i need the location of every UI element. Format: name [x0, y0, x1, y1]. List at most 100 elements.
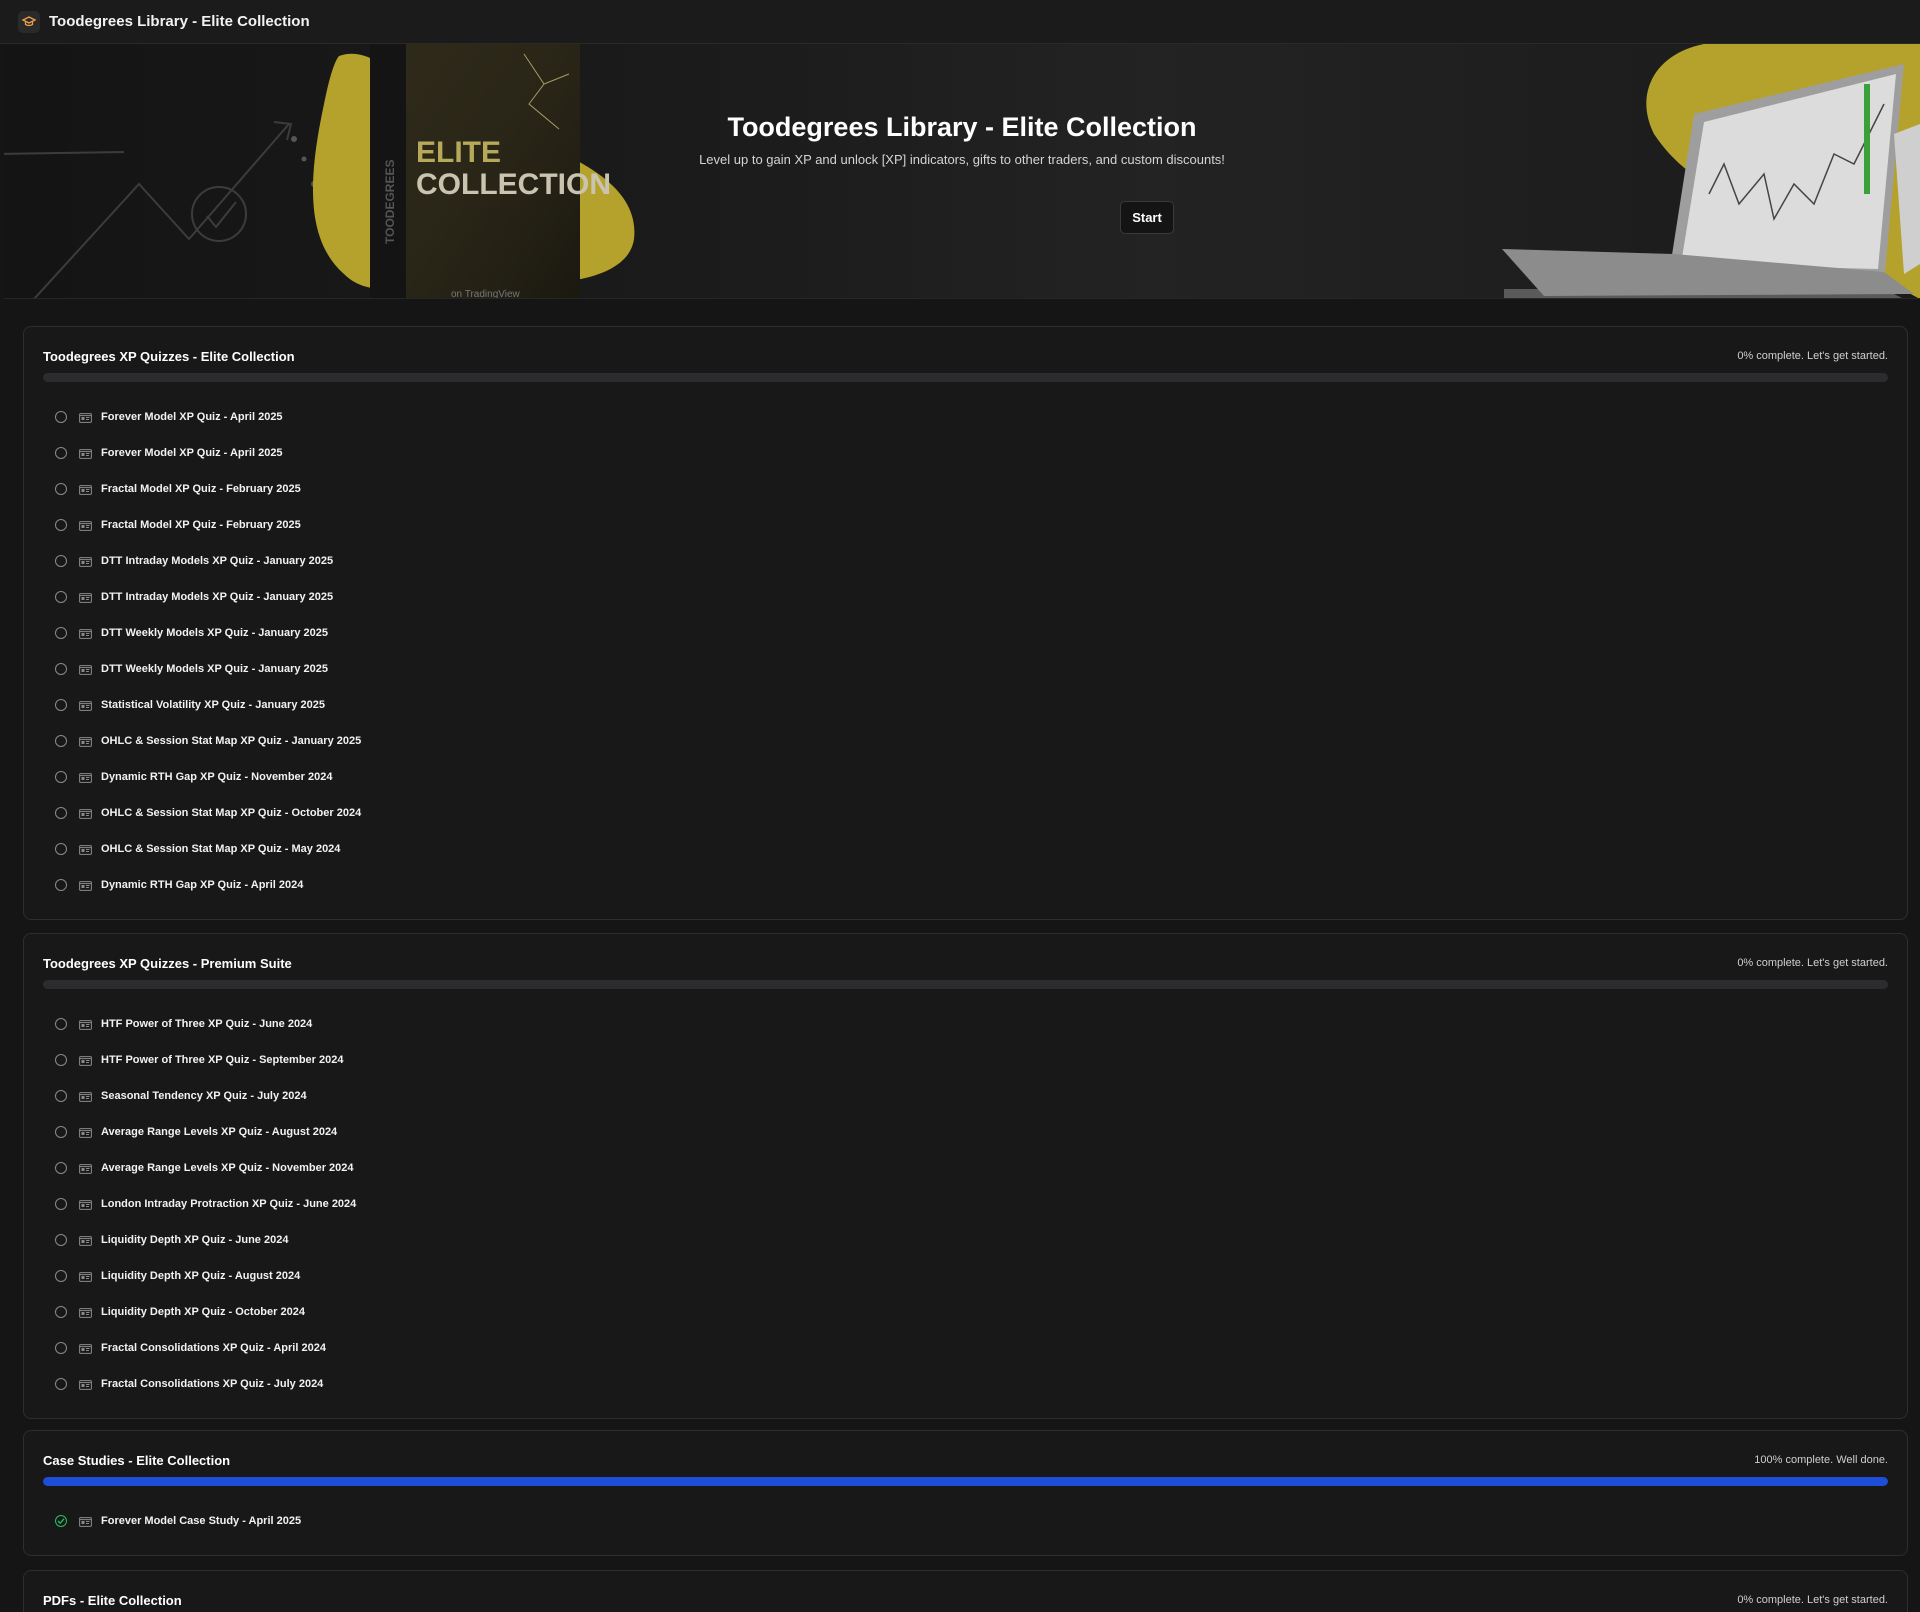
lesson-title[interactable]: Seasonal Tendency XP Quiz - July 2024	[101, 1090, 307, 1102]
start-button[interactable]: Start	[1120, 201, 1174, 234]
section-card: Toodegrees XP Quizzes - Elite Collection…	[23, 326, 1908, 920]
incomplete-circle-icon[interactable]	[55, 807, 67, 819]
lesson-item[interactable]: Fractal Model XP Quiz - February 2025	[55, 507, 361, 543]
lesson-item[interactable]: HTF Power of Three XP Quiz - June 2024	[55, 1006, 356, 1042]
hero-banner: ELITE COLLECTION TOODEGREES on TradingVi…	[4, 44, 1920, 299]
lesson-item[interactable]: Forever Model XP Quiz - April 2025	[55, 435, 361, 471]
lesson-type-icon	[79, 520, 92, 531]
lesson-title[interactable]: London Intraday Protraction XP Quiz - Ju…	[101, 1198, 356, 1210]
section-progress-bar	[43, 373, 1888, 382]
section-card: Case Studies - Elite Collection 100% comp…	[23, 1430, 1908, 1556]
incomplete-circle-icon[interactable]	[55, 879, 67, 891]
lesson-item[interactable]: Statistical Volatility XP Quiz - January…	[55, 687, 361, 723]
incomplete-circle-icon[interactable]	[55, 1018, 67, 1030]
elite-collection-product-box: ELITE COLLECTION TOODEGREES on TradingVi…	[370, 44, 611, 299]
completed-check-icon[interactable]	[55, 1515, 67, 1527]
incomplete-circle-icon[interactable]	[55, 1306, 67, 1318]
lesson-type-icon	[79, 1019, 92, 1030]
lesson-item[interactable]: Forever Model Case Study - April 2025	[55, 1503, 301, 1539]
lesson-item[interactable]: Fractal Consolidations XP Quiz - April 2…	[55, 1330, 356, 1366]
incomplete-circle-icon[interactable]	[55, 1234, 67, 1246]
lesson-item[interactable]: Seasonal Tendency XP Quiz - July 2024	[55, 1078, 356, 1114]
lesson-title[interactable]: Forever Model Case Study - April 2025	[101, 1515, 301, 1527]
incomplete-circle-icon[interactable]	[55, 735, 67, 747]
lesson-title[interactable]: Liquidity Depth XP Quiz - June 2024	[101, 1234, 288, 1246]
incomplete-circle-icon[interactable]	[55, 555, 67, 567]
lesson-title[interactable]: DTT Weekly Models XP Quiz - January 2025	[101, 663, 328, 675]
lesson-item[interactable]: DTT Weekly Models XP Quiz - January 2025	[55, 615, 361, 651]
lesson-type-icon	[79, 1091, 92, 1102]
lesson-title[interactable]: OHLC & Session Stat Map XP Quiz - Octobe…	[101, 807, 361, 819]
lesson-title[interactable]: Liquidity Depth XP Quiz - October 2024	[101, 1306, 305, 1318]
incomplete-circle-icon[interactable]	[55, 447, 67, 459]
lesson-title[interactable]: Forever Model XP Quiz - April 2025	[101, 447, 283, 459]
section-title: Toodegrees XP Quizzes - Elite Collection	[43, 348, 295, 364]
incomplete-circle-icon[interactable]	[55, 519, 67, 531]
lesson-title[interactable]: HTF Power of Three XP Quiz - June 2024	[101, 1018, 312, 1030]
lesson-type-icon	[79, 700, 92, 711]
lesson-item[interactable]: DTT Intraday Models XP Quiz - January 20…	[55, 579, 361, 615]
lesson-title[interactable]: DTT Weekly Models XP Quiz - January 2025	[101, 627, 328, 639]
lesson-item[interactable]: Liquidity Depth XP Quiz - August 2024	[55, 1258, 356, 1294]
lesson-item[interactable]: Dynamic RTH Gap XP Quiz - April 2024	[55, 867, 361, 903]
lesson-title[interactable]: OHLC & Session Stat Map XP Quiz - May 20…	[101, 843, 340, 855]
lesson-item[interactable]: OHLC & Session Stat Map XP Quiz - May 20…	[55, 831, 361, 867]
lesson-title[interactable]: DTT Intraday Models XP Quiz - January 20…	[101, 555, 333, 567]
incomplete-circle-icon[interactable]	[55, 1270, 67, 1282]
incomplete-circle-icon[interactable]	[55, 1378, 67, 1390]
lesson-item[interactable]: OHLC & Session Stat Map XP Quiz - Januar…	[55, 723, 361, 759]
lesson-title[interactable]: DTT Intraday Models XP Quiz - January 20…	[101, 591, 333, 603]
incomplete-circle-icon[interactable]	[55, 663, 67, 675]
section-header: Case Studies - Elite Collection 100% comp…	[43, 1451, 1888, 1469]
incomplete-circle-icon[interactable]	[55, 1054, 67, 1066]
lesson-type-icon	[79, 1127, 92, 1138]
lesson-title[interactable]: Dynamic RTH Gap XP Quiz - April 2024	[101, 879, 303, 891]
lesson-title[interactable]: Fractal Model XP Quiz - February 2025	[101, 519, 301, 531]
graduation-cap-icon	[18, 10, 40, 33]
lesson-title[interactable]: OHLC & Session Stat Map XP Quiz - Januar…	[101, 735, 361, 747]
lesson-title[interactable]: Forever Model XP Quiz - April 2025	[101, 411, 283, 423]
incomplete-circle-icon[interactable]	[55, 483, 67, 495]
lesson-item[interactable]: Average Range Levels XP Quiz - November …	[55, 1150, 356, 1186]
lesson-item[interactable]: Dynamic RTH Gap XP Quiz - November 2024	[55, 759, 361, 795]
lesson-title[interactable]: Dynamic RTH Gap XP Quiz - November 2024	[101, 771, 332, 783]
lesson-item[interactable]: Average Range Levels XP Quiz - August 20…	[55, 1114, 356, 1150]
section-card: Toodegrees XP Quizzes - Premium Suite 0% …	[23, 933, 1908, 1419]
lesson-item[interactable]: OHLC & Session Stat Map XP Quiz - Octobe…	[55, 795, 361, 831]
lesson-title[interactable]: Fractal Model XP Quiz - February 2025	[101, 483, 301, 495]
lesson-item[interactable]: HTF Power of Three XP Quiz - September 2…	[55, 1042, 356, 1078]
lesson-item[interactable]: Forever Model XP Quiz - April 2025	[55, 399, 361, 435]
lesson-item[interactable]: DTT Weekly Models XP Quiz - January 2025	[55, 651, 361, 687]
lesson-type-icon	[79, 664, 92, 675]
lesson-title[interactable]: Average Range Levels XP Quiz - August 20…	[101, 1126, 337, 1138]
lesson-item[interactable]: Fractal Consolidations XP Quiz - July 20…	[55, 1366, 356, 1402]
incomplete-circle-icon[interactable]	[55, 771, 67, 783]
incomplete-circle-icon[interactable]	[55, 627, 67, 639]
box-bottom-text: on TradingView	[451, 289, 521, 299]
incomplete-circle-icon[interactable]	[55, 1162, 67, 1174]
incomplete-circle-icon[interactable]	[55, 1198, 67, 1210]
incomplete-circle-icon[interactable]	[55, 1090, 67, 1102]
incomplete-circle-icon[interactable]	[55, 411, 67, 423]
lesson-title[interactable]: Liquidity Depth XP Quiz - August 2024	[101, 1270, 300, 1282]
incomplete-circle-icon[interactable]	[55, 843, 67, 855]
lesson-type-icon	[79, 1516, 92, 1527]
lesson-item[interactable]: London Intraday Protraction XP Quiz - Ju…	[55, 1186, 356, 1222]
lesson-item[interactable]: DTT Intraday Models XP Quiz - January 20…	[55, 543, 361, 579]
lesson-title[interactable]: HTF Power of Three XP Quiz - September 2…	[101, 1054, 343, 1066]
incomplete-circle-icon[interactable]	[55, 591, 67, 603]
lesson-type-icon	[79, 628, 92, 639]
lesson-item[interactable]: Liquidity Depth XP Quiz - October 2024	[55, 1294, 356, 1330]
lesson-item[interactable]: Liquidity Depth XP Quiz - June 2024	[55, 1222, 356, 1258]
lesson-type-icon	[79, 1307, 92, 1318]
box-side-text: TOODEGREES	[383, 160, 397, 244]
lesson-title[interactable]: Fractal Consolidations XP Quiz - July 20…	[101, 1378, 323, 1390]
lesson-title[interactable]: Statistical Volatility XP Quiz - January…	[101, 699, 325, 711]
lesson-title[interactable]: Fractal Consolidations XP Quiz - April 2…	[101, 1342, 326, 1354]
incomplete-circle-icon[interactable]	[55, 699, 67, 711]
lesson-item[interactable]: Fractal Model XP Quiz - February 2025	[55, 471, 361, 507]
incomplete-circle-icon[interactable]	[55, 1342, 67, 1354]
lesson-title[interactable]: Average Range Levels XP Quiz - November …	[101, 1162, 354, 1174]
lesson-type-icon	[79, 736, 92, 747]
incomplete-circle-icon[interactable]	[55, 1126, 67, 1138]
